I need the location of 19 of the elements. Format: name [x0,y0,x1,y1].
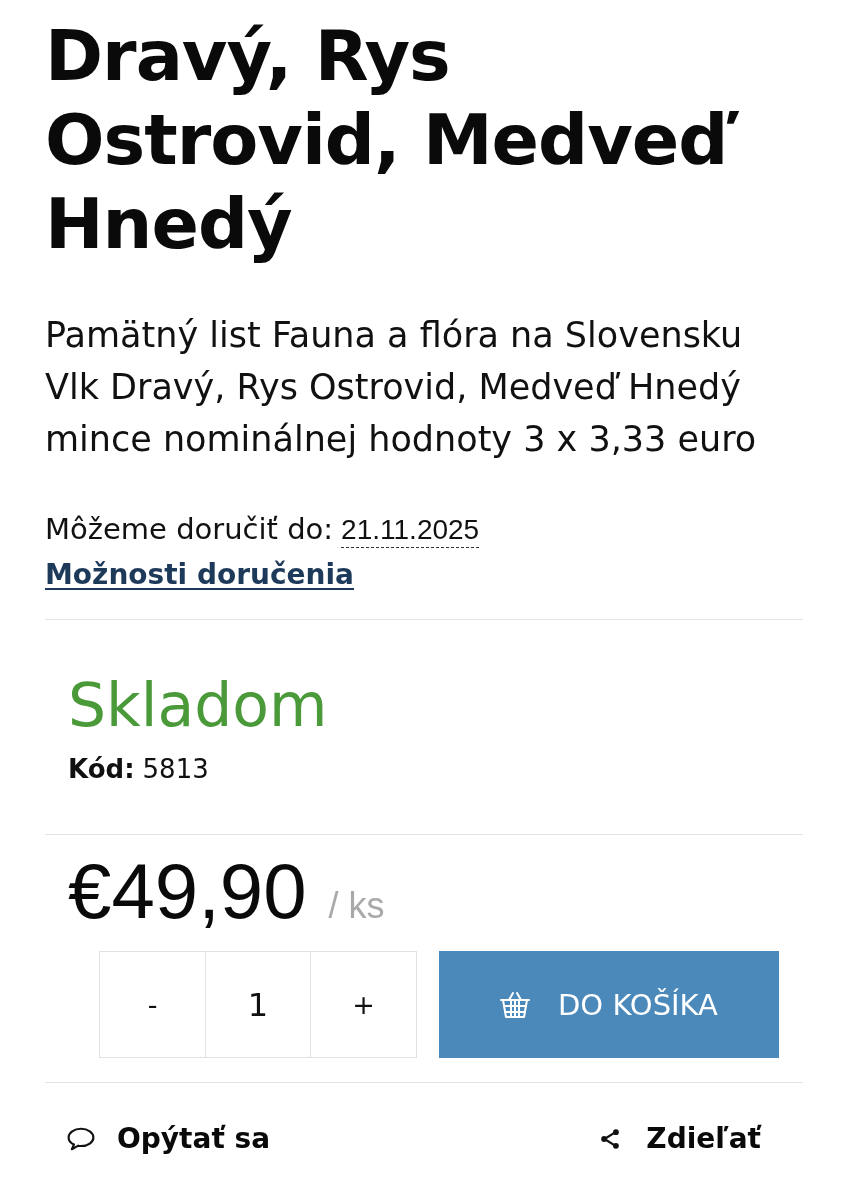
decrease-button[interactable]: - [99,951,206,1058]
ask-question-link[interactable]: Opýtať sa [67,1121,271,1157]
share-icon [600,1128,621,1150]
code-value: 5813 [142,753,209,786]
speech-bubble-icon [67,1127,95,1151]
price-unit: / ks [328,885,385,927]
delivery-label: Môžeme doručiť do: [45,511,334,548]
basket-icon [500,991,530,1018]
share-link[interactable]: Zdieľať [600,1121,761,1157]
stock-status: Skladom [68,670,329,740]
increase-button[interactable]: + [310,951,417,1058]
delivery-date[interactable]: 21.11.2025 [341,513,480,548]
delivery-options-link[interactable]: Možnosti doručenia [45,555,354,595]
quantity-field[interactable]: 1 [204,951,312,1058]
product-title: Dravý, Rys Ostrovid, Medveď Hnedý [45,14,803,266]
add-to-cart-button[interactable]: DO KOŠÍKA [439,951,779,1058]
code-label: Kód: [68,753,135,786]
product-description: Pamätný list Fauna a flóra na Slovensku Vlk Dravý, Rys Ostrovid, Medveď Hnedý mince nominálnej hodnoty 3 x 3,33 euro [45,314,758,461]
price-amount: €49,90 [68,849,307,933]
